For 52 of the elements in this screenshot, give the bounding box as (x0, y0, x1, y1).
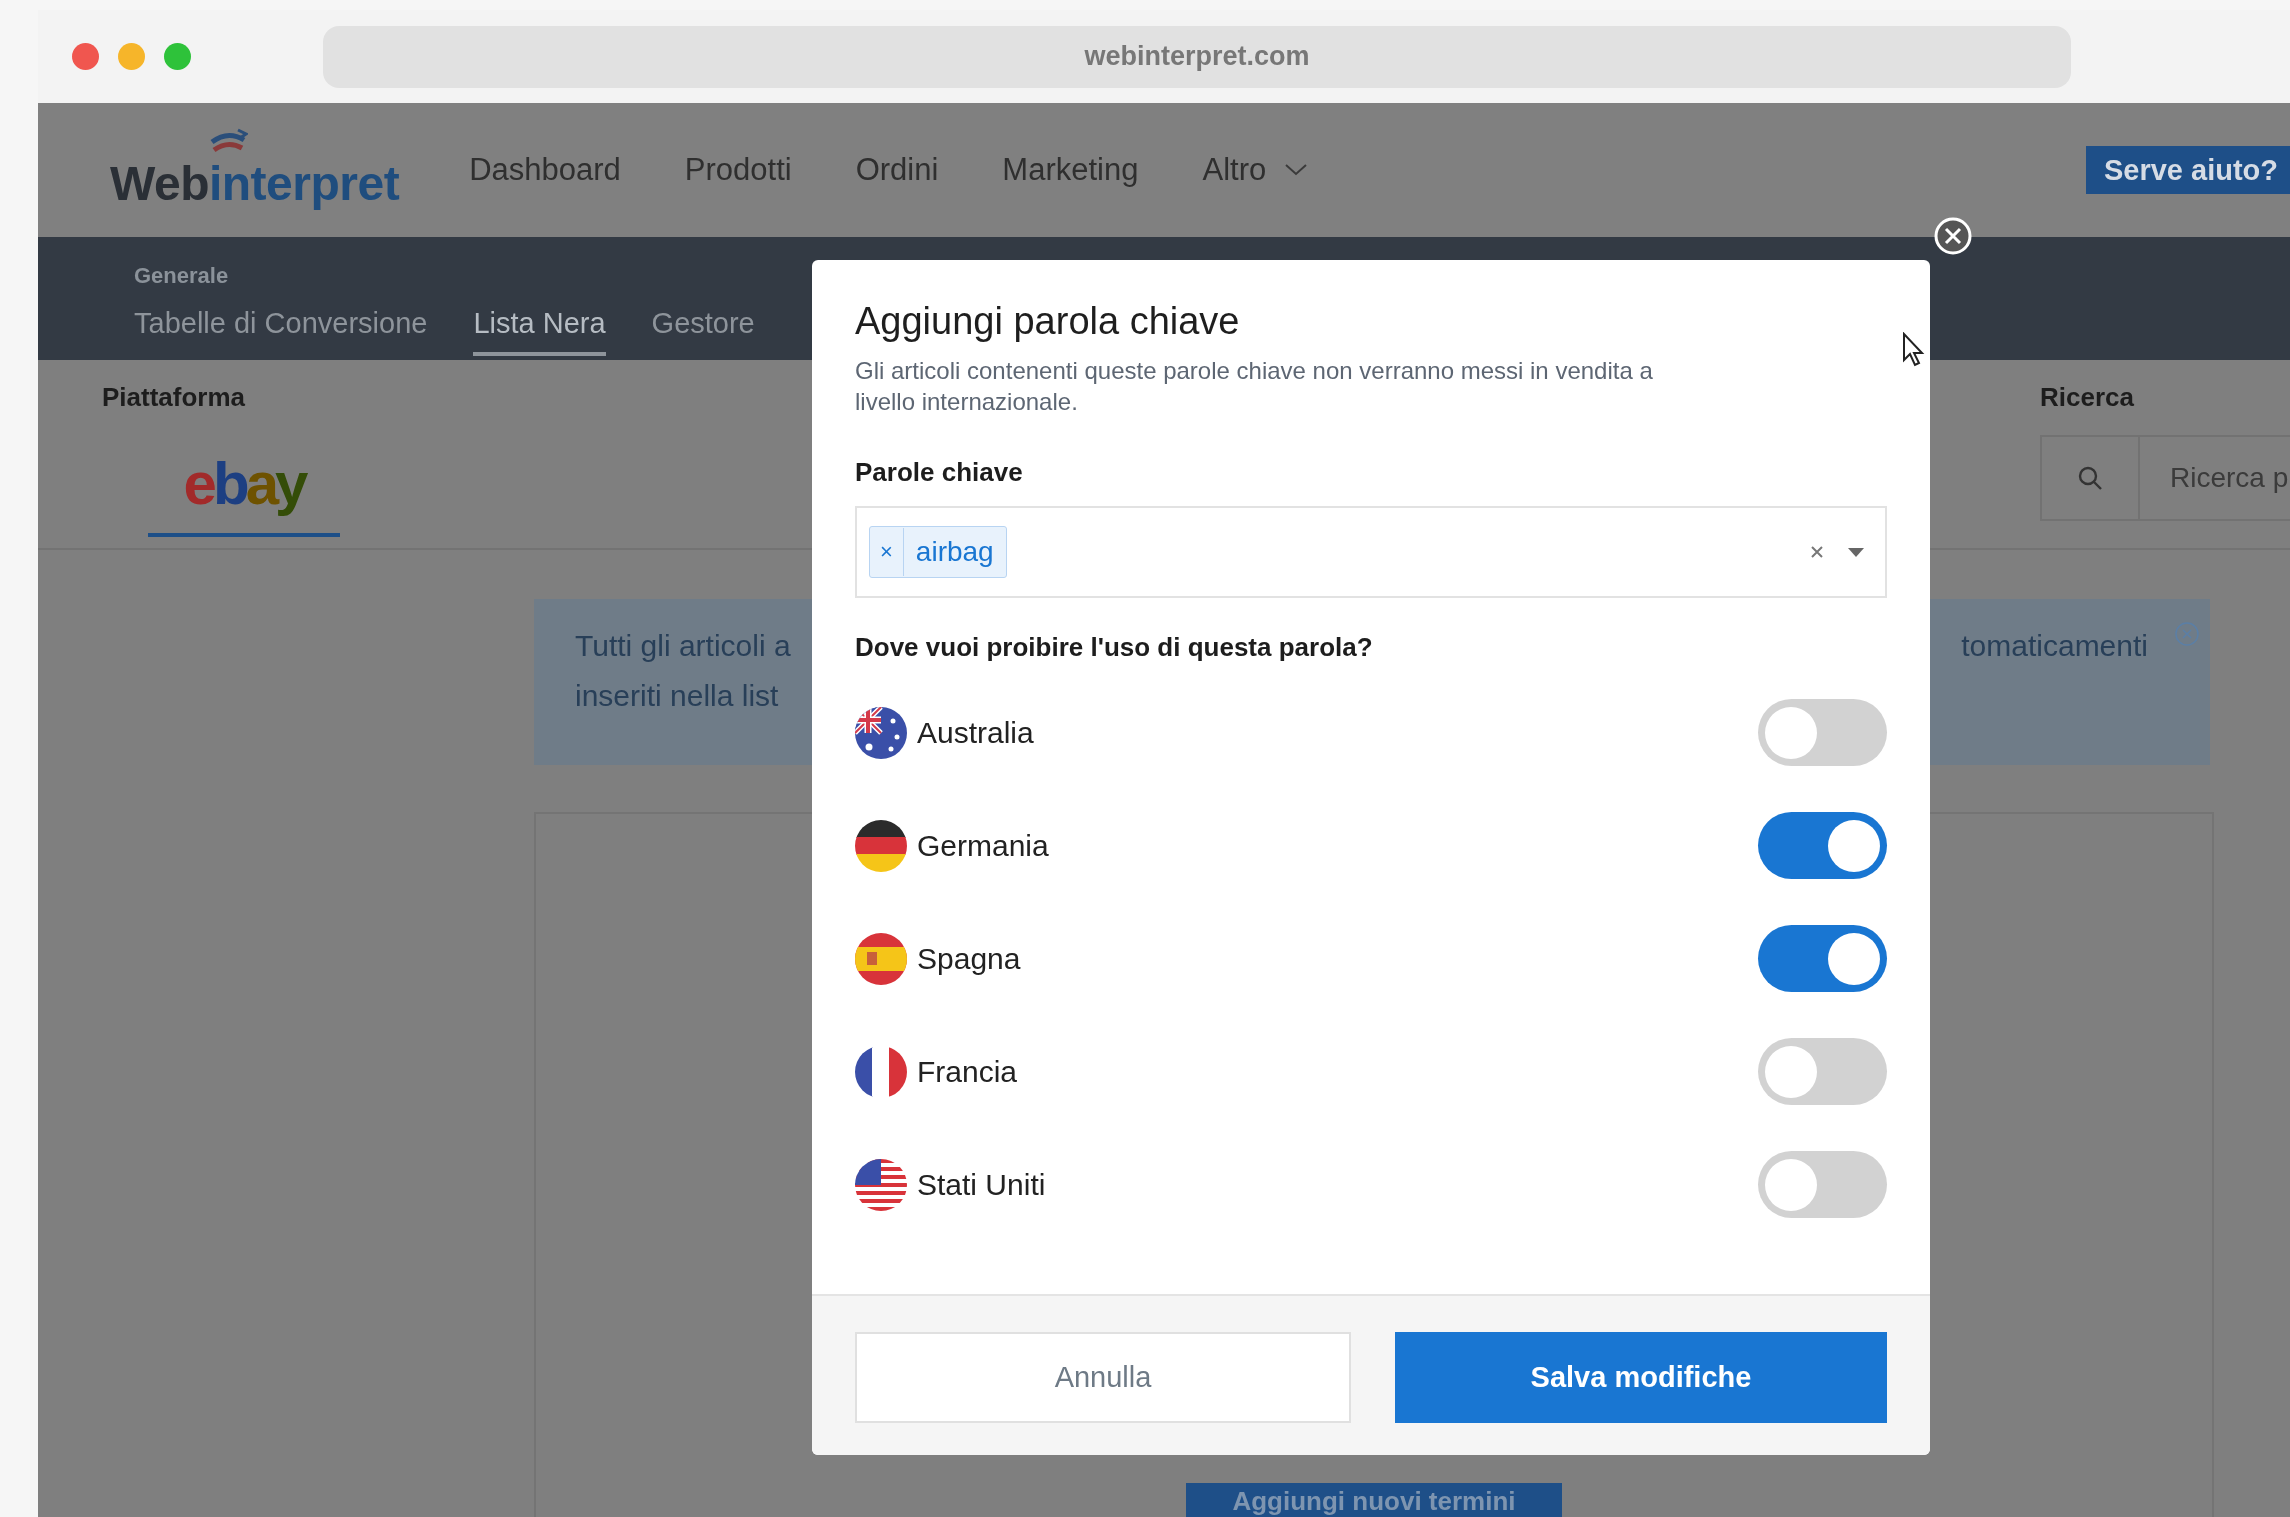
help-button[interactable]: Serve aiuto? (2085, 146, 2290, 194)
close-icon (2174, 621, 2200, 647)
flag-icon (855, 819, 907, 872)
country-name: Germania (917, 828, 1049, 863)
dialog-description: Gli articoli contenenti queste parole chiave non verranno messi in vendita a livello internazionale. (854, 356, 1654, 417)
flag-icon (855, 706, 907, 759)
add-terms-button[interactable]: Aggiungi nuovi termini (1186, 1483, 1562, 1517)
nav-link[interactable]: Dashboard (469, 152, 621, 188)
platform-label: Piattaforma (102, 382, 247, 413)
search-label: Ricerca (2040, 382, 2135, 413)
question-label: Dove vuoi proibire l'uso di questa parola? (854, 631, 1374, 663)
close-icon (1933, 216, 1973, 256)
section-label: Generale (134, 263, 230, 289)
banner-text: Tutti gli articoli a (575, 628, 791, 664)
mouse-pointer-icon (1902, 332, 1926, 368)
window-control-icon[interactable] (118, 43, 145, 70)
address-bar[interactable]: webinterpret.com (323, 25, 2071, 88)
logo[interactable]: Webinterpret (110, 128, 400, 212)
search-icon (2077, 465, 2103, 491)
remove-tag-button[interactable]: × (870, 528, 904, 576)
banner-text: tomaticamenti (1961, 628, 2148, 664)
search-input[interactable]: Ricerca p (2140, 437, 2290, 519)
save-button[interactable]: Salva modifiche (1395, 1332, 1887, 1423)
clear-icon (1809, 544, 1825, 560)
country-name: Australia (917, 715, 1034, 750)
cancel-button[interactable]: Annulla (855, 1332, 1351, 1423)
nav-link[interactable]: Ordini (855, 152, 939, 188)
tag-label: airbag (914, 536, 995, 568)
nav-tab[interactable]: Gestore (651, 307, 755, 356)
chevron-down-icon (1284, 163, 1309, 177)
search-field[interactable]: Ricerca p (2040, 435, 2290, 521)
banner-text: inseriti nella list (575, 678, 780, 714)
country-name: Spagna (917, 941, 1021, 976)
nav-tab[interactable]: Tabelle di Conversione (134, 307, 428, 356)
nav-link[interactable]: Prodotti (684, 152, 792, 188)
flag-icon (855, 1158, 907, 1211)
close-button[interactable] (1933, 216, 1973, 256)
platform-tab[interactable]: ebay (148, 433, 340, 537)
dialog-title: Aggiungi parola chiave (854, 299, 1241, 343)
nav-tab[interactable]: Lista Nera (473, 307, 606, 356)
window-control-icon[interactable] (164, 43, 191, 70)
keyword-select[interactable]: × airbag (855, 506, 1887, 598)
flag-icon (855, 1045, 907, 1098)
flag-icon (855, 932, 907, 985)
caret-icon (1847, 546, 1865, 558)
nav-link[interactable]: Marketing (1002, 152, 1139, 188)
nav-link[interactable]: Altro (1202, 152, 1309, 188)
window-control-icon[interactable] (72, 43, 99, 70)
country-name: Stati Uniti (917, 1167, 1046, 1202)
url-text: webinterpret.com (1084, 41, 1310, 72)
country-name: Francia (917, 1054, 1018, 1089)
field-label: Parole chiave (854, 456, 1024, 488)
